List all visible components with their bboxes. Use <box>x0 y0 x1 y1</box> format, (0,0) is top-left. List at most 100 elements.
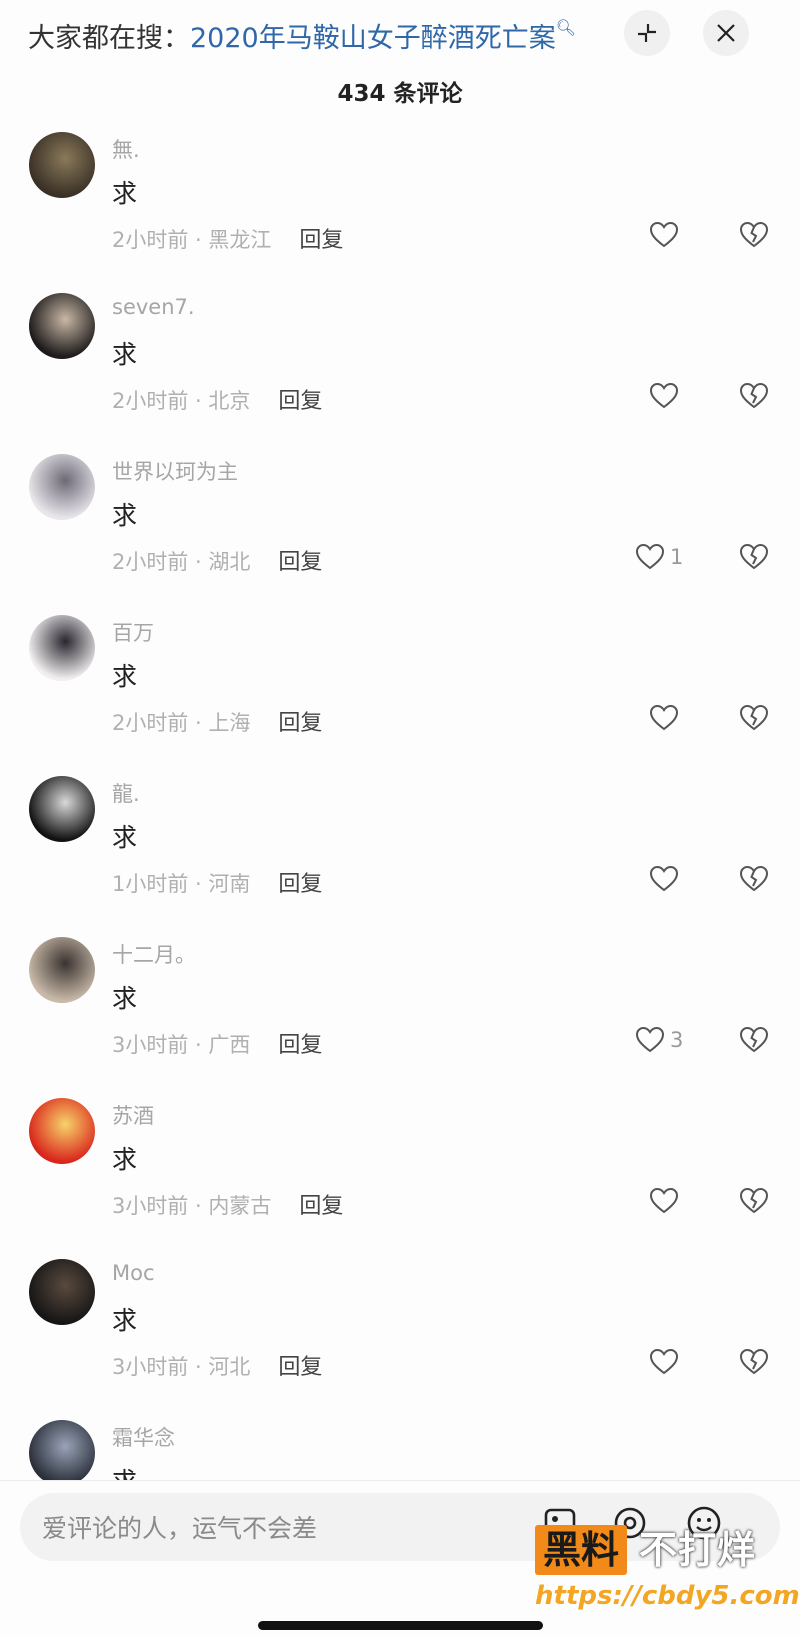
avatar[interactable] <box>29 132 95 198</box>
dislike-button[interactable] <box>738 541 770 573</box>
reply-button[interactable]: 回复 <box>278 1033 322 1058</box>
heart-icon <box>649 865 679 892</box>
home-indicator[interactable] <box>258 1621 543 1630</box>
like-button[interactable] <box>648 1185 684 1217</box>
avatar[interactable] <box>29 776 95 842</box>
heart-icon <box>635 1026 665 1053</box>
reply-button[interactable]: 回复 <box>278 550 322 575</box>
broken-heart-icon <box>739 382 769 409</box>
comment-username[interactable]: 龍. <box>112 778 140 808</box>
comment-item: 苏酒 求 3小时前 · 内蒙古 回复 <box>0 1092 800 1253</box>
comment-username[interactable]: seven7. <box>112 295 195 319</box>
like-button[interactable]: 1 <box>634 541 683 573</box>
comment-text: 求 <box>112 340 138 369</box>
comment-list[interactable]: 無. 求 2小时前 · 黑龙江 回复 seven7. 求 2小时前 · 北京 回复 <box>0 126 800 1480</box>
collapse-icon <box>638 24 656 42</box>
comment-text: 求 <box>112 1462 137 1480</box>
trending-search-query[interactable]: 2020年马鞍山女子醉酒死亡案🔍︎ <box>190 18 576 54</box>
comment-username[interactable]: 無. <box>112 134 140 164</box>
dislike-button[interactable] <box>738 863 770 895</box>
broken-heart-icon <box>739 865 769 892</box>
comment-item: seven7. 求 2小时前 · 北京 回复 <box>0 287 800 448</box>
search-bar: 大家都在搜：2020年马鞍山女子醉酒死亡案🔍︎ <box>0 0 800 66</box>
heart-icon <box>649 382 679 409</box>
comment-meta: 2小时前 · 湖北 回复 <box>112 544 322 576</box>
comment-text: 求 <box>112 662 138 691</box>
like-button[interactable] <box>648 219 684 251</box>
comment-meta: 3小时前 · 广西 回复 <box>112 1027 322 1059</box>
comment-username[interactable]: Moc <box>112 1261 155 1285</box>
like-button[interactable]: 3 <box>634 1024 683 1056</box>
comment-meta: 2小时前 · 黑龙江 回复 <box>112 222 343 254</box>
comment-meta: 2小时前 · 北京 回复 <box>112 383 322 415</box>
heart-icon <box>649 1348 679 1375</box>
reply-button[interactable]: 回复 <box>299 228 343 253</box>
dislike-button[interactable] <box>738 1024 770 1056</box>
heart-icon <box>649 704 679 731</box>
dislike-button[interactable] <box>738 1346 770 1378</box>
comment-count: 434 条评论 <box>337 81 463 107</box>
comment-item: Moc 求 3小时前 · 河北 回复 <box>0 1253 800 1414</box>
broken-heart-icon <box>739 543 769 570</box>
like-count: 1 <box>670 545 684 569</box>
comment-time-location: 3小时前 · 内蒙古 <box>112 1194 272 1218</box>
reply-button[interactable]: 回复 <box>299 1194 343 1219</box>
comment-time-location: 1小时前 · 河南 <box>112 872 251 896</box>
watermark: 黑料 不打烊 https://cbdy5.com <box>535 1525 800 1615</box>
bottom-bar: 爱评论的人，运气不会差 黑料 不打烊 https://cbdy5.com <box>0 1480 800 1636</box>
search-icon: 🔍︎ <box>555 18 577 37</box>
like-button[interactable] <box>648 1346 684 1378</box>
like-button[interactable] <box>648 863 684 895</box>
comment-text: 求 <box>112 823 138 852</box>
watermark-badge: 黑料 <box>535 1525 628 1575</box>
comment-meta: 1小时前 · 河南 回复 <box>112 866 322 898</box>
watermark-url: https://cbdy5.com <box>535 1581 800 1611</box>
heart-icon <box>649 1187 679 1214</box>
reply-button[interactable]: 回复 <box>278 872 322 897</box>
comment-item: 世界以珂为主 求 2小时前 · 湖北 回复 1 <box>0 448 800 609</box>
avatar[interactable] <box>29 454 95 520</box>
broken-heart-icon <box>739 221 769 248</box>
comment-username[interactable]: 苏酒 <box>112 1100 154 1130</box>
comment-item: 百万 求 2小时前 · 上海 回复 <box>0 609 800 770</box>
avatar[interactable] <box>29 1098 95 1164</box>
avatar[interactable] <box>29 937 95 1003</box>
comment-username[interactable]: 世界以珂为主 <box>112 456 238 486</box>
comment-time-location: 2小时前 · 上海 <box>112 711 251 735</box>
comment-username[interactable]: 百万 <box>112 617 154 647</box>
comment-meta: 3小时前 · 内蒙古 回复 <box>112 1188 343 1220</box>
dislike-button[interactable] <box>738 380 770 412</box>
like-count: 3 <box>670 1028 684 1052</box>
reply-button[interactable]: 回复 <box>278 711 322 736</box>
avatar[interactable] <box>29 293 95 359</box>
comment-username[interactable]: 十二月。 <box>112 939 196 969</box>
reply-button[interactable]: 回复 <box>278 1355 322 1380</box>
avatar[interactable] <box>29 1420 95 1480</box>
avatar[interactable] <box>29 1259 95 1325</box>
dislike-button[interactable] <box>738 1185 770 1217</box>
broken-heart-icon <box>739 1348 769 1375</box>
trending-search-prefix: 大家都在搜： <box>28 23 190 54</box>
dislike-button[interactable] <box>738 702 770 734</box>
broken-heart-icon <box>739 1026 769 1053</box>
minimize-button[interactable] <box>624 10 670 56</box>
comment-item: 霜华念 求 <box>0 1414 800 1480</box>
like-button[interactable] <box>648 702 684 734</box>
comment-time-location: 3小时前 · 广西 <box>112 1033 251 1057</box>
reply-button[interactable]: 回复 <box>278 389 322 414</box>
close-button[interactable] <box>703 10 749 56</box>
comment-time-location: 2小时前 · 北京 <box>112 389 251 413</box>
trending-search[interactable]: 大家都在搜：2020年马鞍山女子醉酒死亡案🔍︎ <box>28 16 576 55</box>
comment-item: 無. 求 2小时前 · 黑龙江 回复 <box>0 126 800 287</box>
dislike-button[interactable] <box>738 219 770 251</box>
comment-meta: 3小时前 · 河北 回复 <box>112 1349 322 1381</box>
avatar[interactable] <box>29 615 95 681</box>
comment-meta: 2小时前 · 上海 回复 <box>112 705 322 737</box>
heart-icon <box>635 543 665 570</box>
comment-input-placeholder: 爱评论的人，运气不会差 <box>42 1514 318 1543</box>
comment-username[interactable]: 霜华念 <box>112 1422 175 1452</box>
broken-heart-icon <box>739 704 769 731</box>
like-button[interactable] <box>648 380 684 412</box>
broken-heart-icon <box>739 1187 769 1214</box>
comment-text: 求 <box>112 1306 138 1335</box>
